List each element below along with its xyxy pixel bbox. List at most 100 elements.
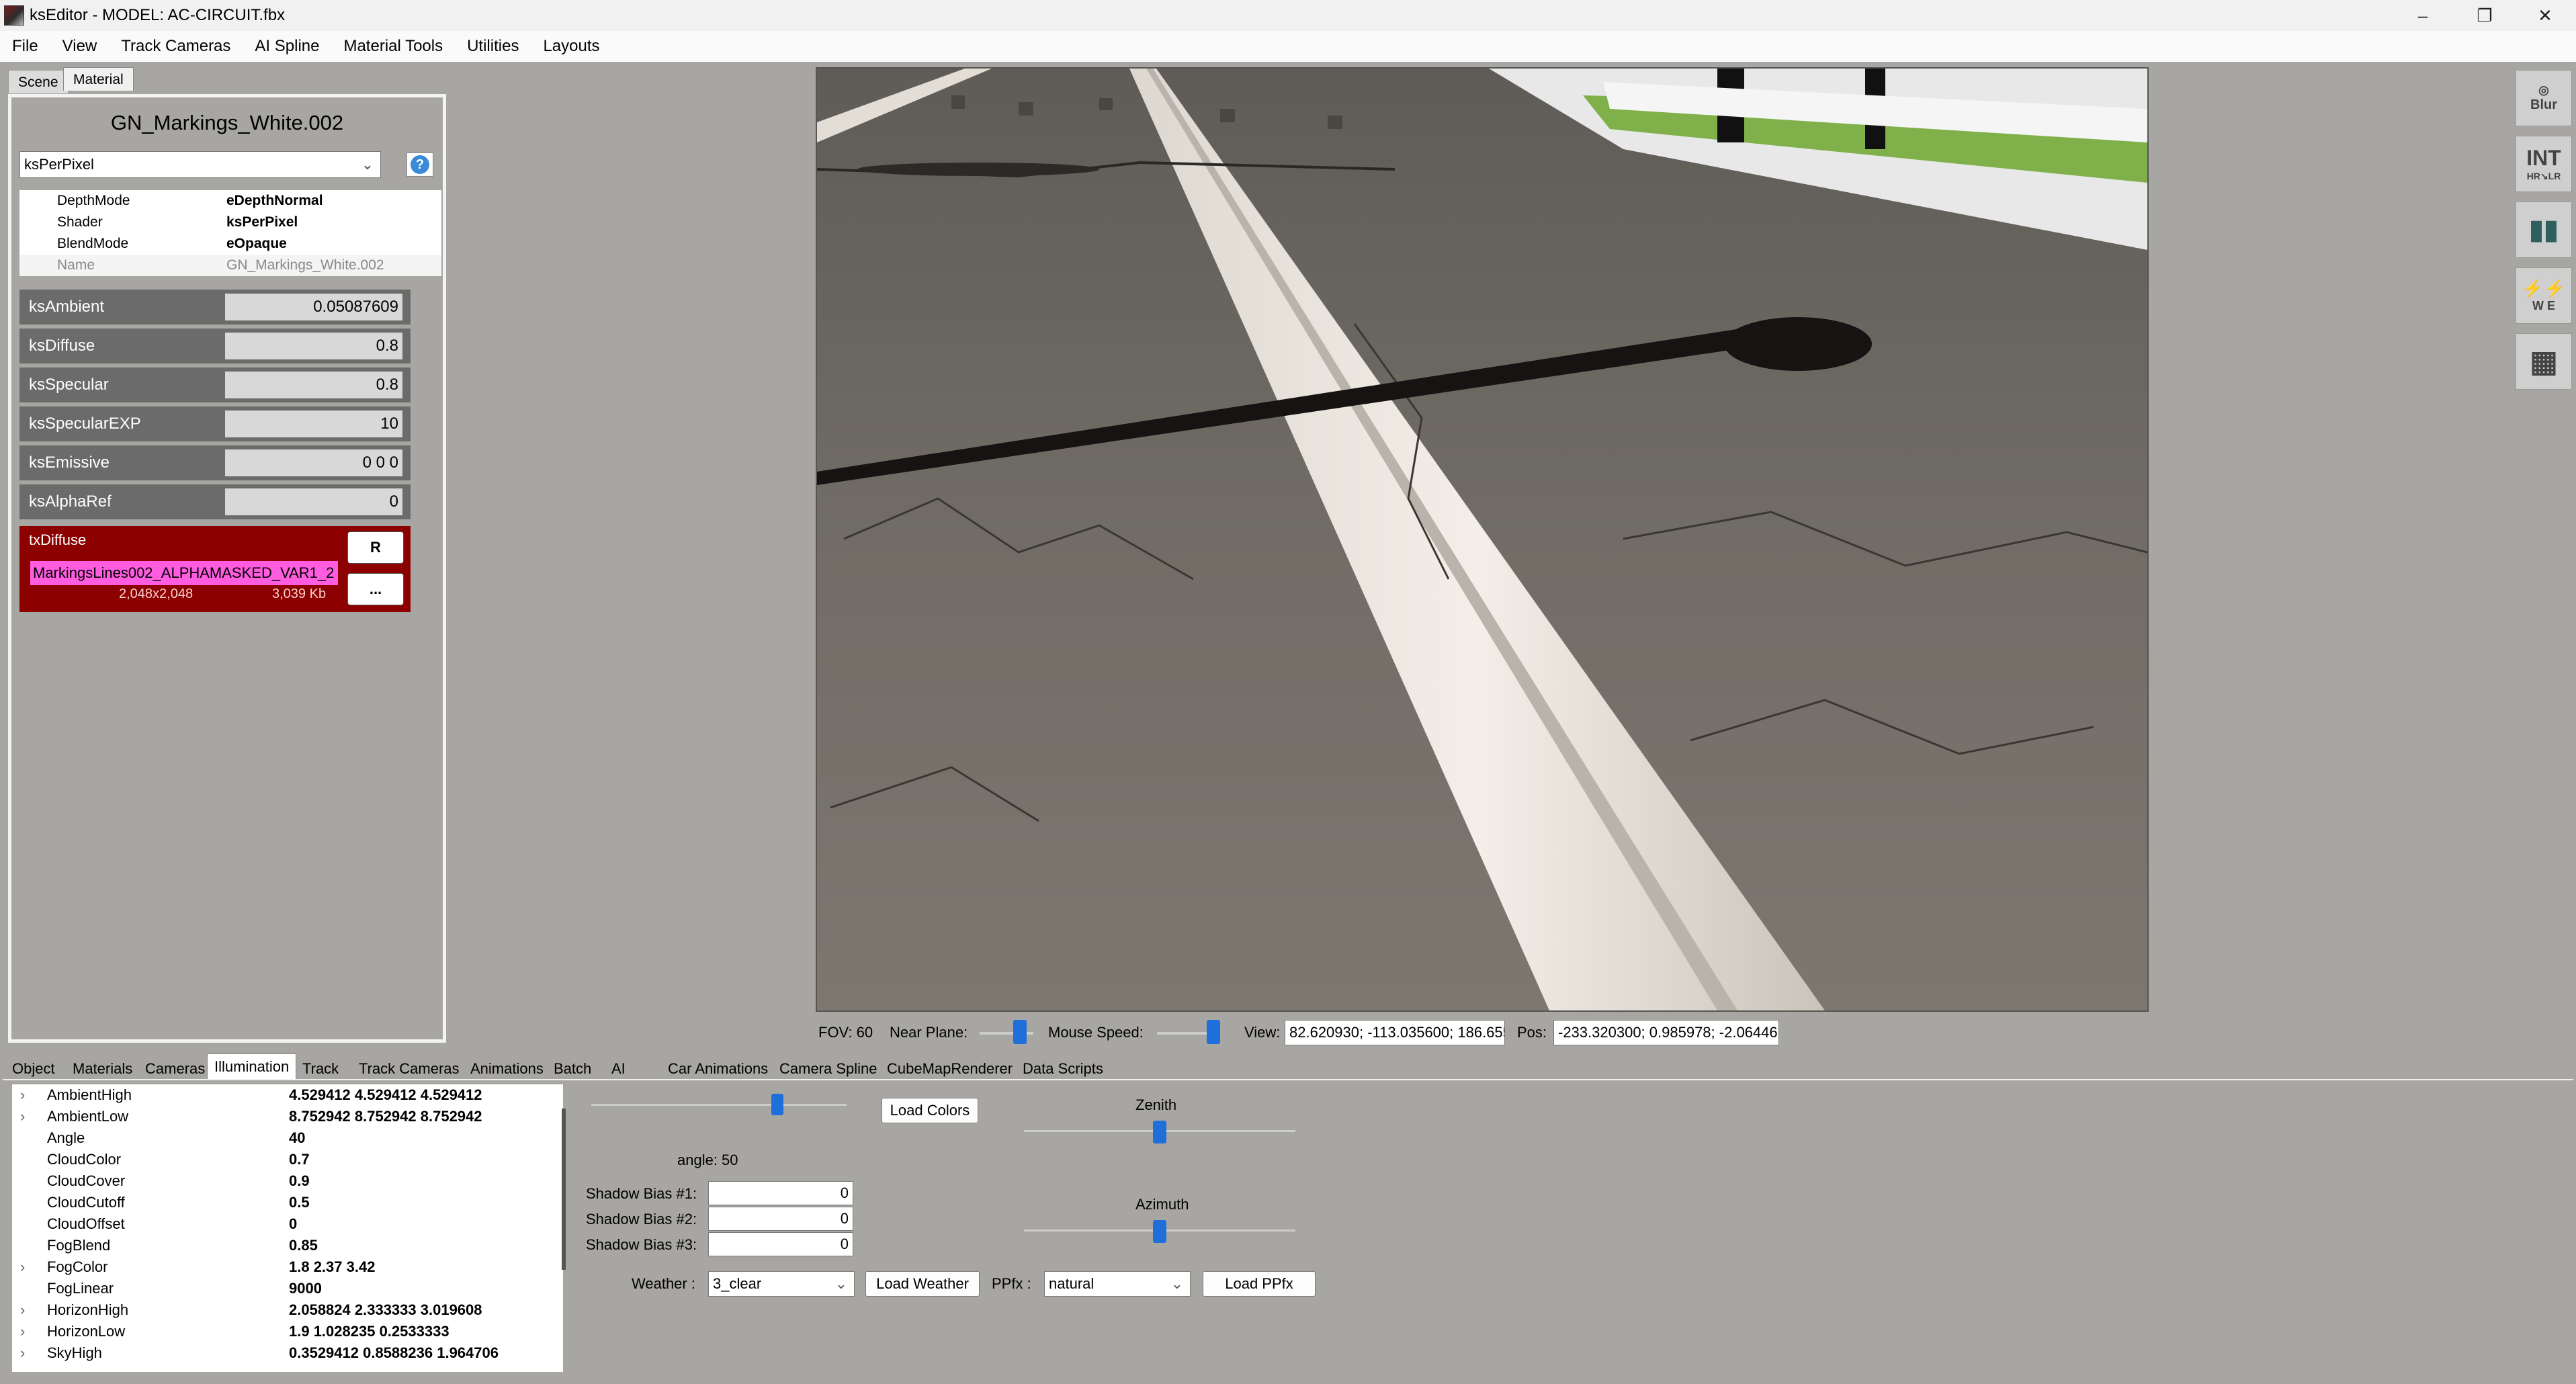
view-coordinates-field[interactable]: 82.620930; -113.035600; 186.655 — [1285, 1020, 1505, 1045]
tab-illumination[interactable]: Illumination — [207, 1053, 297, 1080]
shadow-bias-3-input[interactable]: 0 — [708, 1232, 853, 1256]
load-colors-button[interactable]: Load Colors — [882, 1098, 978, 1123]
tab-track-cameras[interactable]: Track Cameras — [352, 1056, 466, 1082]
pos-coordinates-field[interactable]: -233.320300; 0.985978; -2.06446 — [1553, 1020, 1779, 1045]
mouse-speed-slider-thumb[interactable] — [1207, 1020, 1220, 1044]
env-value[interactable]: 4.529412 4.529412 4.529412 — [289, 1086, 482, 1104]
load-weather-button[interactable]: Load Weather — [865, 1271, 980, 1297]
tab-ai[interactable]: AI — [605, 1056, 632, 1082]
env-value[interactable]: 1.9 1.028235 0.2533333 — [289, 1323, 449, 1340]
help-button[interactable]: ? — [406, 153, 433, 177]
property-grid-scrollbar[interactable] — [562, 1109, 566, 1270]
env-row-horizonhigh[interactable]: › HorizonHigh 2.058824 2.333333 3.019608 — [12, 1299, 550, 1321]
env-row-fogblend[interactable]: FogBlend 0.85 — [12, 1235, 550, 1256]
param-input[interactable]: 0.05087609 — [225, 294, 402, 320]
param-row-ksspecularexp: ksSpecularEXP 10 — [19, 406, 411, 441]
3d-viewport[interactable] — [816, 67, 2149, 1012]
grid-tool-button[interactable]: ▦ — [2516, 333, 2572, 390]
tab-cameras[interactable]: Cameras — [138, 1056, 212, 1082]
tab-materials[interactable]: Materials — [66, 1056, 139, 1082]
expand-chevron-icon[interactable]: › — [20, 1323, 25, 1340]
sun-angle-slider-track[interactable] — [591, 1104, 847, 1106]
env-row-cloudcutoff[interactable]: CloudCutoff 0.5 — [12, 1192, 550, 1213]
zenith-slider-thumb[interactable] — [1153, 1121, 1166, 1143]
prop-row-shader[interactable]: Shader ksPerPixel — [19, 212, 441, 233]
texture-file-name[interactable]: MarkingsLines002_ALPHAMASKED_VAR1_2 — [30, 561, 338, 585]
menu-view[interactable]: View — [50, 37, 110, 56]
panels-tool-button[interactable]: ▮▮ — [2516, 202, 2572, 258]
menu-file[interactable]: File — [0, 37, 50, 56]
env-row-cloudcover[interactable]: CloudCover 0.9 — [12, 1170, 550, 1192]
weather-dropdown[interactable]: 3_clear ⌄ — [708, 1271, 855, 1297]
expand-chevron-icon[interactable]: › — [20, 1301, 25, 1319]
env-row-foglinear[interactable]: FogLinear 9000 — [12, 1278, 550, 1299]
param-input[interactable]: 0.8 — [225, 333, 402, 359]
tab-car-animations[interactable]: Car Animations — [661, 1056, 775, 1082]
sun-angle-slider-thumb[interactable] — [771, 1094, 783, 1115]
menu-material-tools[interactable]: Material Tools — [331, 37, 455, 56]
blur-tool-button[interactable]: ◎ Blur — [2516, 70, 2572, 126]
expand-chevron-icon[interactable]: › — [20, 1086, 25, 1104]
env-value[interactable]: 9000 — [289, 1280, 322, 1297]
env-row-fogcolor[interactable]: › FogColor 1.8 2.37 3.42 — [12, 1256, 550, 1278]
load-ppfx-button[interactable]: Load PPfx — [1203, 1271, 1316, 1297]
tab-material[interactable]: Material — [63, 67, 134, 91]
env-value[interactable]: 1.8 2.37 3.42 — [289, 1258, 375, 1276]
interior-tool-button[interactable]: INT HR↘LR — [2516, 136, 2572, 192]
env-row-cloudcolor[interactable]: CloudColor 0.7 — [12, 1149, 550, 1170]
near-plane-slider-thumb[interactable] — [1013, 1020, 1027, 1044]
app-icon — [4, 5, 24, 26]
env-row-skyhigh[interactable]: › SkyHigh 0.3529412 0.8588236 1.964706 — [12, 1342, 550, 1364]
expand-chevron-icon[interactable]: › — [20, 1344, 25, 1362]
menu-ai-spline[interactable]: AI Spline — [243, 37, 331, 56]
menu-track-cameras[interactable]: Track Cameras — [109, 37, 243, 56]
env-value[interactable]: 0.9 — [289, 1172, 310, 1190]
minimize-button[interactable]: – — [2392, 0, 2454, 31]
prop-row-depthmode[interactable]: DepthMode eDepthNormal — [19, 190, 441, 212]
menu-utilities[interactable]: Utilities — [455, 37, 531, 56]
shadow-bias-2-input[interactable]: 0 — [708, 1207, 853, 1231]
shader-dropdown[interactable]: ksPerPixel ⌄ — [19, 151, 381, 178]
menu-layouts[interactable]: Layouts — [531, 37, 611, 56]
ppfx-label: PPfx : — [992, 1275, 1031, 1292]
prop-row-name[interactable]: Name GN_Markings_White.002 — [19, 255, 441, 276]
tab-data-scripts[interactable]: Data Scripts — [1016, 1056, 1110, 1082]
reload-texture-button[interactable]: R — [347, 531, 404, 564]
ppfx-dropdown[interactable]: natural ⌄ — [1044, 1271, 1191, 1297]
prop-row-blendmode[interactable]: BlendMode eOpaque — [19, 233, 441, 255]
tab-animations[interactable]: Animations — [464, 1056, 550, 1082]
tab-batch[interactable]: Batch — [547, 1056, 598, 1082]
env-row-angle[interactable]: Angle 40 — [12, 1127, 550, 1149]
env-key: FogBlend — [47, 1237, 111, 1254]
browse-texture-button[interactable]: ... — [347, 573, 404, 605]
tab-cubemaprenderer[interactable]: CubeMapRenderer — [880, 1056, 1019, 1082]
tab-track[interactable]: Track — [296, 1056, 345, 1082]
env-value[interactable]: 40 — [289, 1129, 305, 1147]
param-input[interactable]: 10 — [225, 410, 402, 437]
param-input[interactable]: 0 0 0 — [225, 449, 402, 476]
env-value[interactable]: 0.5 — [289, 1194, 310, 1211]
param-input[interactable]: 0.8 — [225, 372, 402, 398]
azimuth-slider-thumb[interactable] — [1153, 1220, 1166, 1243]
env-value[interactable]: 0 — [289, 1215, 297, 1233]
close-button[interactable]: ✕ — [2514, 0, 2576, 31]
expand-chevron-icon[interactable]: › — [20, 1108, 25, 1125]
env-value[interactable]: 0.85 — [289, 1237, 318, 1254]
tab-camera-spline[interactable]: Camera Spline — [773, 1056, 884, 1082]
shadow-bias-1-input[interactable]: 0 — [708, 1181, 853, 1205]
env-row-horizonlow[interactable]: › HorizonLow 1.9 1.028235 0.2533333 — [12, 1321, 550, 1342]
env-row-ambientlow[interactable]: › AmbientLow 8.752942 8.752942 8.752942 — [12, 1106, 550, 1127]
expand-chevron-icon[interactable]: › — [20, 1258, 25, 1276]
restore-button[interactable]: ❐ — [2454, 0, 2516, 31]
env-value[interactable]: 0.7 — [289, 1151, 310, 1168]
env-value[interactable]: 8.752942 8.752942 8.752942 — [289, 1108, 482, 1125]
tab-scene[interactable]: Scene — [8, 70, 69, 93]
env-value[interactable]: 0.3529412 0.8588236 1.964706 — [289, 1344, 499, 1362]
env-row-ambienthigh[interactable]: › AmbientHigh 4.529412 4.529412 4.529412 — [12, 1084, 550, 1106]
param-input[interactable]: 0 — [225, 488, 402, 515]
env-row-cloudoffset[interactable]: CloudOffset 0 — [12, 1213, 550, 1235]
env-key: FogLinear — [47, 1280, 114, 1297]
env-value[interactable]: 2.058824 2.333333 3.019608 — [289, 1301, 482, 1319]
wind-tool-button[interactable]: ⚡⚡ W E — [2516, 267, 2572, 324]
tab-object[interactable]: Object — [5, 1056, 62, 1082]
